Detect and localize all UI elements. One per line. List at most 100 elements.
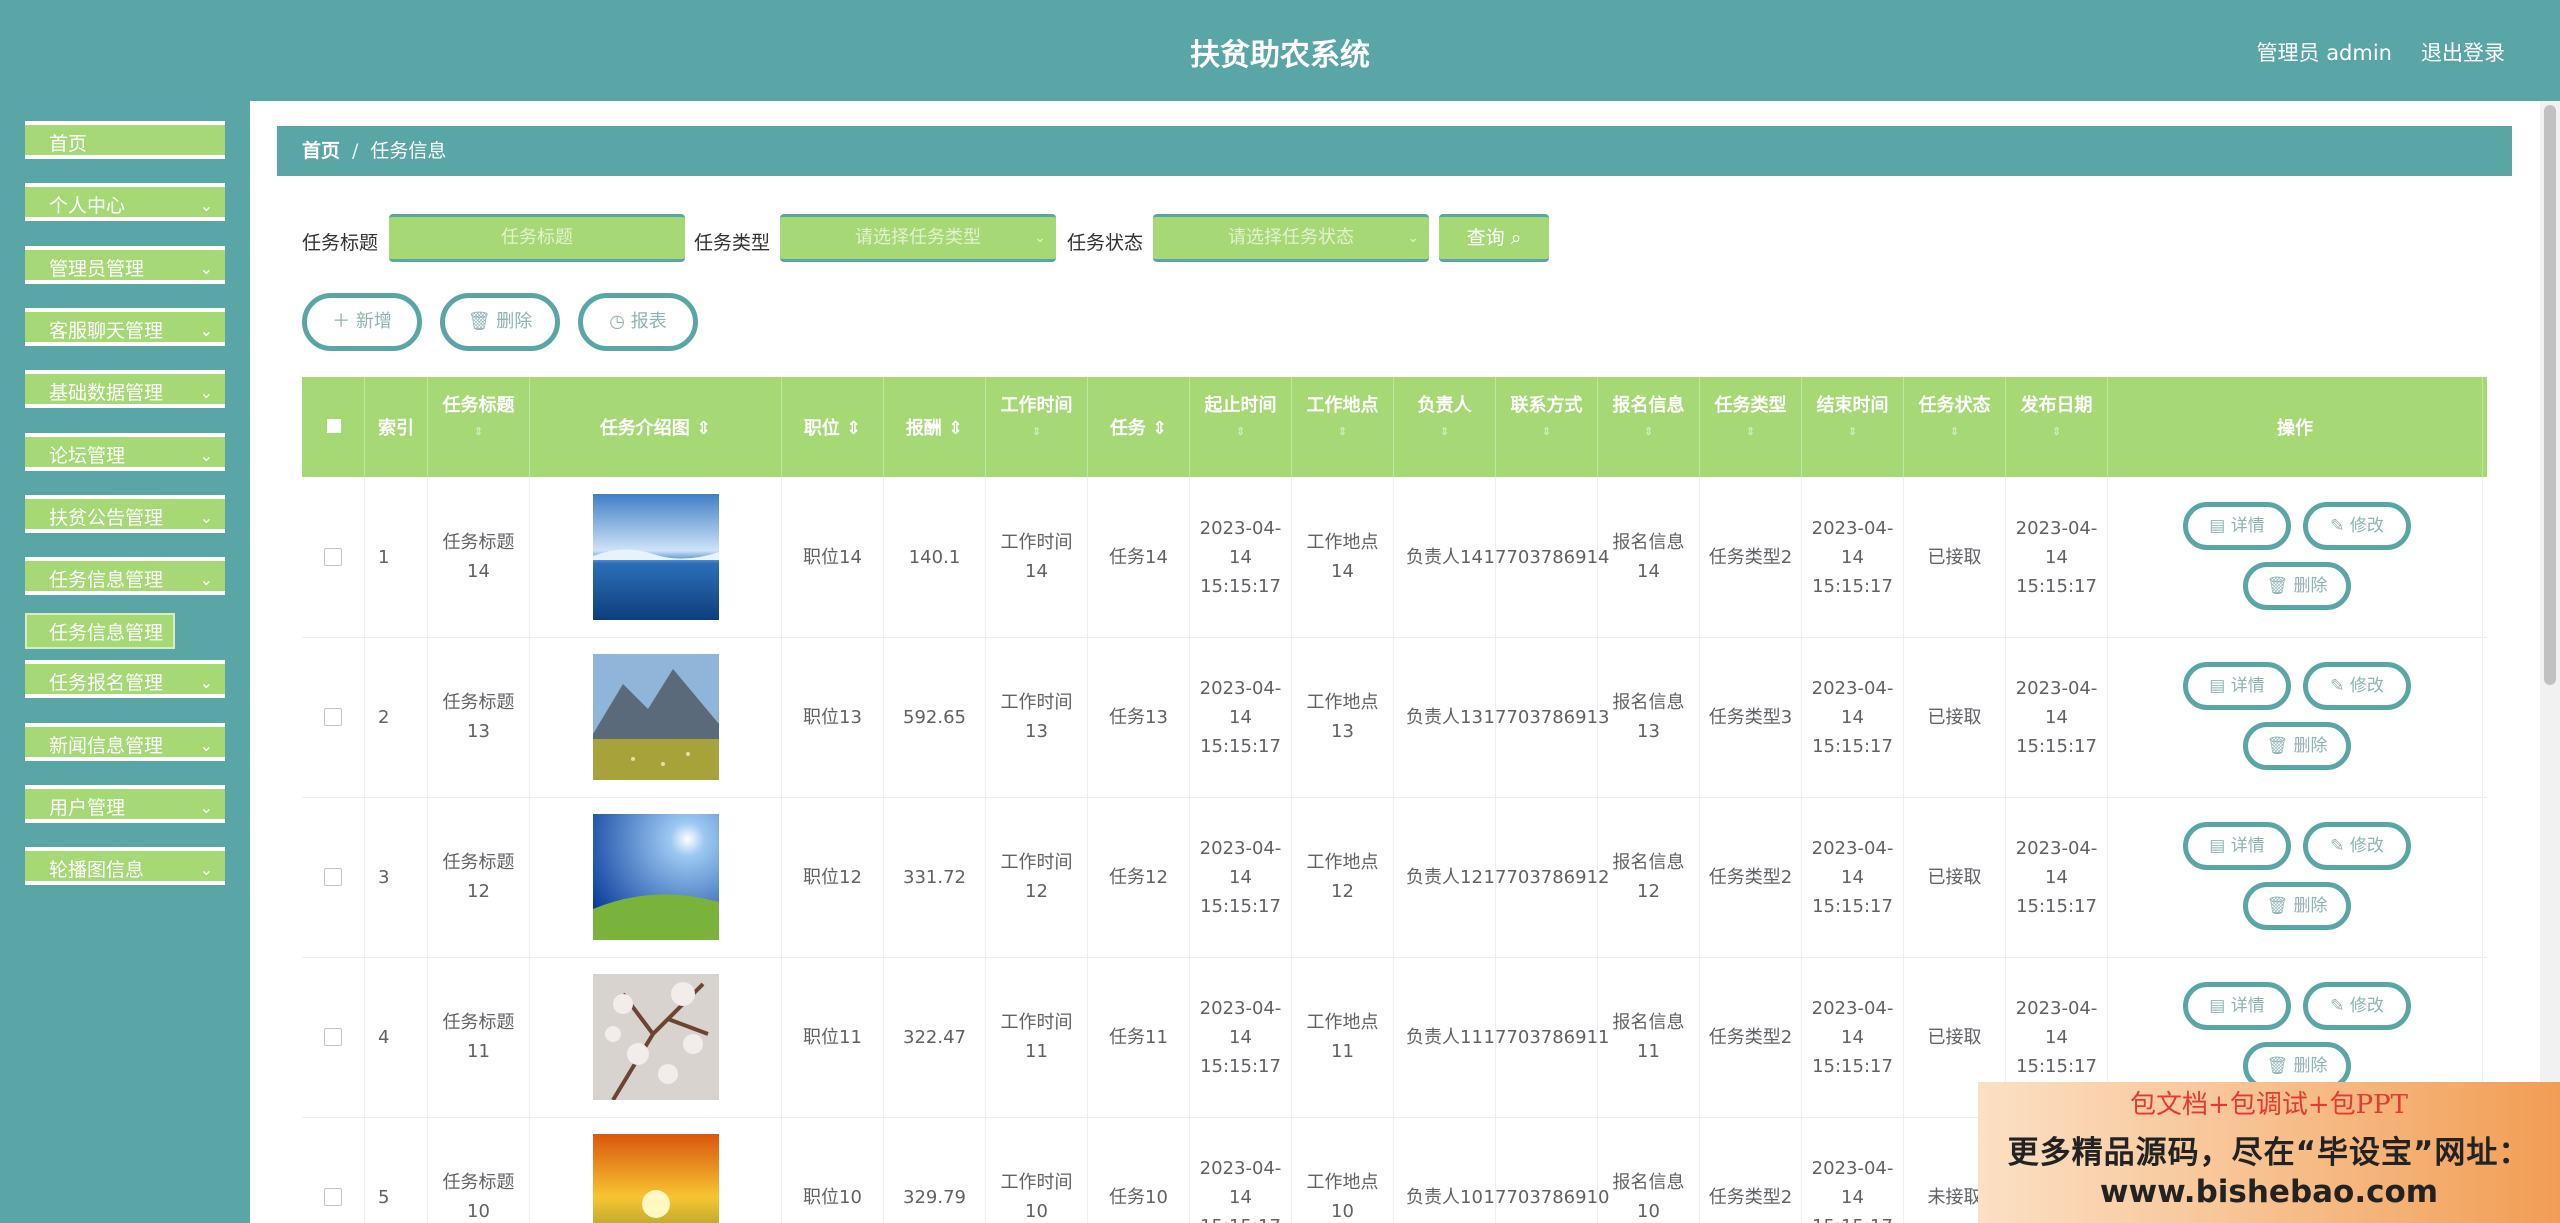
sidebar-item-task-info[interactable]: 任务信息管理 ⌄ [25, 557, 225, 596]
cell-task: 任务10 [1088, 1117, 1190, 1223]
delete-button[interactable]: 🗑 删除 [2243, 562, 2351, 610]
sort-icon: ⇕ [1643, 425, 1654, 438]
cell-status: 已接取 [1904, 637, 2006, 797]
select-all-checkbox[interactable] [327, 419, 341, 433]
page-scrollbar[interactable] [2540, 101, 2560, 1223]
cell-type: 任务类型2 [1700, 957, 1802, 1117]
sidebar-item-notice[interactable]: 扶贫公告管理 ⌄ [25, 494, 225, 533]
cell-place: 工作地点11 [1292, 957, 1394, 1117]
title-filter-input[interactable]: 任务标题 [389, 214, 685, 262]
sidebar-item-basic-data[interactable]: 基础数据管理 ⌄ [25, 370, 225, 409]
edit-button[interactable]: ✎ 修改 [2303, 662, 2411, 710]
sidebar-item-profile[interactable]: 个人中心 ⌄ [25, 183, 225, 222]
column-header: 负责人 ⇕ [1394, 377, 1496, 477]
cell-start: 2023-04-14 15:15:17 [1190, 1117, 1292, 1223]
sidebar-item-forum[interactable]: 论坛管理 ⌄ [25, 432, 225, 471]
type-filter-select[interactable]: 请选择任务类型 ⌄ [780, 214, 1056, 262]
breadcrumb-home[interactable]: 首页 [302, 140, 340, 162]
column-header: 操作 [2108, 377, 2483, 477]
chevron-down-icon: ⌄ [1034, 230, 1046, 246]
detail-button[interactable]: ▤ 详情 [2183, 822, 2291, 870]
column-header: 发布日期 ⇕ [2006, 377, 2108, 477]
sidebar-item-label: 管理员管理 [49, 257, 145, 280]
detail-button[interactable]: ▤ 详情 [2183, 502, 2291, 550]
row-checkbox[interactable] [324, 868, 342, 886]
row-checkbox[interactable] [324, 708, 342, 726]
column-header: 任务介绍图 ⇕ [530, 377, 782, 477]
sort-icon: ⇕ [1745, 425, 1756, 438]
sidebar-item-users[interactable]: 用户管理 ⌄ [25, 785, 225, 823]
sidebar-item-label: 基础数据管理 [49, 382, 164, 405]
table-header: 索引 任务标题 ⇕ 任务介绍图 ⇕ 职位 ⇕ 报酬 ⇕ 工作时间 ⇕ 任务 ⇕ 起止时间 ⇕ 工作地点… [302, 377, 2487, 477]
sidebar-item-home[interactable]: 首页 [25, 121, 225, 159]
sidebar-item-label: 论坛管理 [49, 444, 126, 467]
column-header: 报酬 ⇕ [884, 377, 986, 477]
status-filter-label: 任务状态 [1067, 232, 1144, 254]
chevron-down-icon: ⌄ [199, 735, 213, 755]
cell-owner: 负责人13 [1394, 637, 1496, 797]
logout-link[interactable]: 退出登录 [2421, 37, 2505, 67]
detail-button[interactable]: ▤ 详情 [2183, 662, 2291, 710]
sort-icon: ⇕ [1847, 425, 1858, 438]
delete-button[interactable]: 🗑 删除 [2243, 722, 2351, 770]
promo-banner: 包文档+包调试+包PPT 更多精品源码，尽在“毕设宝”网址： www.bishe… [1978, 1082, 2560, 1223]
cell-task: 任务11 [1088, 957, 1190, 1117]
sidebar: 首页 个人中心 ⌄ 管理员管理 ⌄ 客服聊天管理 ⌄ 基础数据管理 ⌄ 论坛管理 ⌄ 扶贫公告管理 ⌄ 任… [0, 101, 250, 1223]
sidebar-item-carousel[interactable]: 轮播图信息 ⌄ [25, 847, 225, 886]
cell-pay: 322.47 [884, 957, 986, 1117]
cell-place: 工作地点12 [1292, 797, 1394, 957]
cell-owner: 负责人11 [1394, 957, 1496, 1117]
cell-phone: 17703786913 [1484, 637, 1610, 797]
cell-job: 职位12 [782, 797, 884, 957]
cell-job: 职位11 [782, 957, 884, 1117]
column-header: 起止时间 ⇕ [1190, 377, 1292, 477]
sidebar-item-news[interactable]: 新闻信息管理 ⌄ [25, 722, 225, 761]
cell-pub: 2023-04-14 15:15:17 [2006, 637, 2108, 797]
edit-button[interactable]: ✎ 修改 [2303, 822, 2411, 870]
cell-phone: 17703786912 [1484, 797, 1610, 957]
sidebar-item-label: 首页 [49, 133, 88, 155]
delete-button[interactable]: 🗑 删除 [2243, 882, 2351, 930]
edit-button[interactable]: ✎ 修改 [2303, 502, 2411, 550]
column-header: 索引 [365, 377, 428, 477]
edit-button[interactable]: ✎ 修改 [2303, 982, 2411, 1030]
sort-icon: ⇕ [1031, 425, 1042, 438]
cell-task: 任务14 [1088, 477, 1190, 637]
row-checkbox[interactable] [324, 1028, 342, 1046]
cell-worktime: 工作时间12 [986, 797, 1088, 957]
cell-task: 任务13 [1088, 637, 1190, 797]
cell-phone: 17703786910 [1484, 1117, 1610, 1223]
sidebar-item-admin[interactable]: 管理员管理 ⌄ [25, 245, 225, 284]
add-button[interactable]: ＋ 新增 [302, 293, 422, 351]
batch-delete-button[interactable]: 🗑 删除 [440, 293, 560, 351]
sidebar-subitem-task-info[interactable]: 任务信息管理 [25, 613, 175, 650]
row-checkbox[interactable] [324, 548, 342, 566]
cell-phone: 17703786911 [1484, 957, 1610, 1117]
sidebar-item-task-signup[interactable]: 任务报名管理 ⌄ [25, 660, 225, 699]
sidebar-item-label: 个人中心 [49, 195, 126, 218]
sidebar-item-chat[interactable]: 客服聊天管理 ⌄ [25, 307, 225, 346]
cell-title: 任务标题12 [428, 797, 530, 957]
checkbox-cell [302, 797, 365, 957]
cell-signup: 报名信息11 [1598, 957, 1700, 1117]
query-button[interactable]: 查询 ⌕ [1439, 214, 1549, 262]
cell-type: 任务类型2 [1700, 477, 1802, 637]
cell-start: 2023-04-14 15:15:17 [1190, 957, 1292, 1117]
detail-button[interactable]: ▤ 详情 [2183, 982, 2291, 1030]
cell-index: 4 [365, 957, 428, 1117]
column-header: 任务标题 ⇕ [428, 377, 530, 477]
column-header: 报名信息 ⇕ [1598, 377, 1700, 477]
cell-operations: ▤ 详情✎ 修改 🗑 删除 [2108, 637, 2483, 797]
column-header: 任务类型 ⇕ [1700, 377, 1802, 477]
cell-title: 任务标题11 [428, 957, 530, 1117]
status-filter-select[interactable]: 请选择任务状态 ⌄ [1153, 214, 1429, 262]
row-checkbox[interactable] [324, 1188, 342, 1206]
checkbox-cell [302, 637, 365, 797]
cell-job: 职位14 [782, 477, 884, 637]
report-button[interactable]: ◷ 报表 [578, 293, 698, 351]
chevron-down-icon: ⌄ [199, 673, 213, 693]
cell-task: 任务12 [1088, 797, 1190, 957]
breadcrumb-current: 任务信息 [370, 140, 447, 162]
cell-title: 任务标题13 [428, 637, 530, 797]
sort-icon: ⇕ [473, 425, 484, 438]
